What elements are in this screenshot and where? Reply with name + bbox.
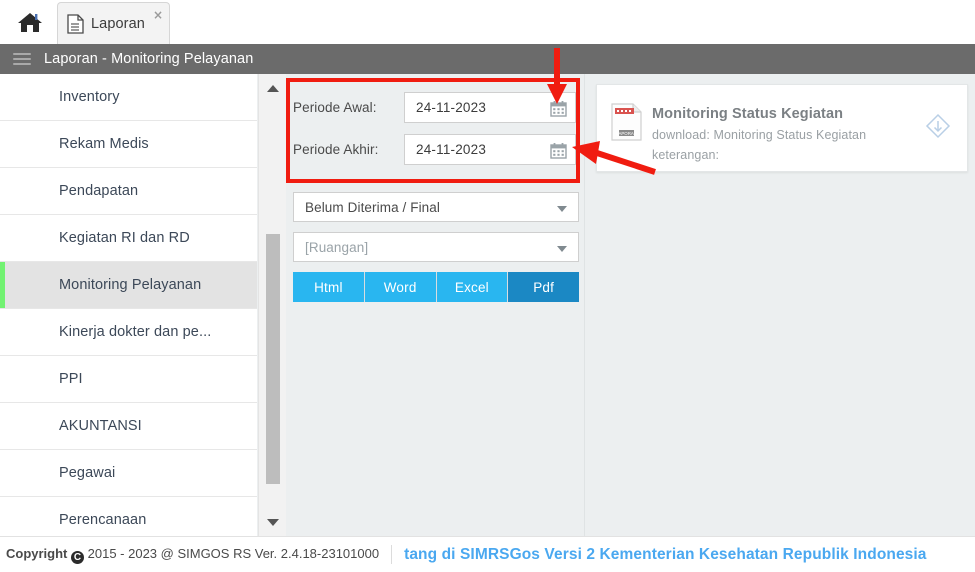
period-end-label: Periode Akhir: bbox=[293, 142, 379, 157]
period-start-label: Periode Awal: bbox=[293, 100, 377, 115]
sidebar-item-pendapatan[interactable]: Pendapatan bbox=[0, 168, 257, 215]
sidebar-item-rekam-medis[interactable]: Rekam Medis bbox=[0, 121, 257, 168]
export-pdf-button[interactable]: Pdf bbox=[508, 272, 579, 302]
sidebar-scrollbar[interactable] bbox=[258, 74, 286, 536]
cloud-download-icon[interactable] bbox=[925, 113, 951, 139]
hamburger-icon[interactable] bbox=[13, 50, 31, 68]
copyright-detail: 2015 - 2023 @ SIMGOS RS Ver. 2.4.18-2310… bbox=[87, 545, 380, 561]
home-button[interactable] bbox=[8, 4, 52, 40]
calendar-icon[interactable] bbox=[550, 100, 567, 117]
status-select-value: Belum Diterima / Final bbox=[305, 199, 440, 215]
footer-divider bbox=[391, 545, 393, 564]
report-subtitle: download: Monitoring Status Kegiatan bbox=[652, 128, 867, 142]
sidebar-item-perencanaan[interactable]: Perencanaan bbox=[0, 497, 257, 536]
page-title: Laporan - Monitoring Pelayanan bbox=[44, 51, 254, 67]
export-button-group: Html Word Excel Pdf bbox=[293, 272, 579, 302]
sidebar-item-label: AKUNTANSI bbox=[59, 418, 142, 434]
copyright-prefix: Copyright bbox=[6, 545, 68, 561]
period-end-row: Periode Akhir: 24-11-2023 bbox=[293, 134, 576, 165]
report-document-icon: LAPORAN bbox=[611, 103, 642, 141]
period-end-value: 24-11-2023 bbox=[416, 142, 487, 157]
sidebar-item-ppi[interactable]: PPI bbox=[0, 356, 257, 403]
tab-strip: Laporan × bbox=[0, 0, 975, 44]
chevron-down-icon bbox=[557, 206, 567, 212]
period-start-value: 24-11-2023 bbox=[416, 100, 487, 115]
report-note: keterangan: bbox=[652, 148, 720, 162]
sidebar-item-label: Pendapatan bbox=[59, 183, 139, 199]
copyright-text: Copyright C 2015 - 2023 @ SIMGOS RS Ver.… bbox=[6, 546, 379, 564]
sidebar-item-inventory[interactable]: Inventory bbox=[0, 74, 257, 121]
app-window: Laporan × Laporan - Monitoring Pelayanan… bbox=[0, 0, 975, 572]
calendar-icon[interactable] bbox=[550, 142, 567, 159]
sidebar-item-label: PPI bbox=[59, 371, 83, 387]
copyright-mark-icon: C bbox=[71, 550, 85, 564]
status-select[interactable]: Belum Diterima / Final bbox=[293, 192, 579, 222]
sidebar-item-label: Monitoring Pelayanan bbox=[59, 277, 202, 293]
home-icon bbox=[18, 13, 42, 32]
browser-tab-laporan[interactable]: Laporan × bbox=[57, 2, 170, 44]
period-start-row: Periode Awal: 24-11-2023 bbox=[293, 92, 576, 123]
room-select[interactable]: [Ruangan] bbox=[293, 232, 579, 262]
sidebar-item-label: Rekam Medis bbox=[59, 136, 149, 152]
triangle-down-icon[interactable] bbox=[259, 511, 287, 533]
export-html-button[interactable]: Html bbox=[293, 272, 365, 302]
sidebar-item-label: Inventory bbox=[59, 89, 120, 105]
tab-label: Laporan bbox=[91, 15, 145, 32]
chevron-down-icon bbox=[557, 246, 567, 252]
sidebar-item-kinerja-dokter[interactable]: Kinerja dokter dan pe... bbox=[0, 309, 257, 356]
sidebar: Inventory Rekam Medis Pendapatan Kegiata… bbox=[0, 74, 257, 536]
sidebar-item-pegawai[interactable]: Pegawai bbox=[0, 450, 257, 497]
document-icon bbox=[67, 13, 84, 34]
footer-marquee: tang di SIMRSGos Versi 2 Kementerian Kes… bbox=[404, 545, 927, 563]
sidebar-item-label: Pegawai bbox=[59, 465, 116, 481]
room-select-value: [Ruangan] bbox=[305, 239, 369, 255]
export-word-button[interactable]: Word bbox=[364, 272, 437, 302]
sidebar-item-label: Kegiatan RI dan RD bbox=[59, 230, 190, 246]
report-card[interactable]: LAPORAN Monitoring Status Kegiatan downl… bbox=[596, 84, 968, 172]
sidebar-item-akuntansi[interactable]: AKUNTANSI bbox=[0, 403, 257, 450]
sidebar-item-label: Perencanaan bbox=[59, 512, 147, 528]
sidebar-item-monitoring-pelayanan[interactable]: Monitoring Pelayanan bbox=[0, 262, 257, 309]
period-end-input[interactable]: 24-11-2023 bbox=[404, 134, 576, 165]
period-start-input[interactable]: 24-11-2023 bbox=[404, 92, 576, 123]
sidebar-item-label: Kinerja dokter dan pe... bbox=[59, 324, 212, 340]
sidebar-item-kegiatan-ri-dan-rd[interactable]: Kegiatan RI dan RD bbox=[0, 215, 257, 262]
report-title: Monitoring Status Kegiatan bbox=[652, 106, 844, 122]
triangle-up-icon[interactable] bbox=[259, 77, 287, 99]
column-divider bbox=[584, 74, 585, 536]
scrollbar-thumb[interactable] bbox=[266, 234, 280, 484]
svg-text:LAPORAN: LAPORAN bbox=[616, 131, 637, 136]
footer: Copyright C 2015 - 2023 @ SIMGOS RS Ver.… bbox=[0, 536, 975, 572]
close-icon[interactable]: × bbox=[153, 9, 163, 21]
page-header: Laporan - Monitoring Pelayanan bbox=[0, 44, 975, 74]
export-excel-button[interactable]: Excel bbox=[436, 272, 509, 302]
filter-form: Periode Awal: 24-11-2023 Periode Akhir: … bbox=[286, 74, 584, 536]
